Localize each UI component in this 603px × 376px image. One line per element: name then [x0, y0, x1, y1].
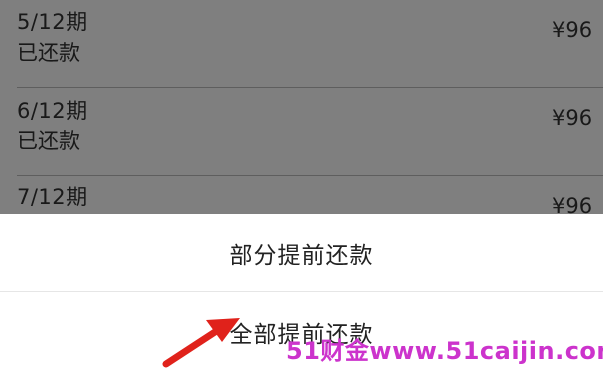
- option-divider: [0, 291, 603, 292]
- watermark-text: 51财金www.51caijin.com: [286, 337, 603, 365]
- red-arrow-icon: [162, 318, 240, 368]
- partial-prepayment-option[interactable]: 部分提前还款: [0, 236, 603, 270]
- modal-overlay[interactable]: [0, 0, 603, 216]
